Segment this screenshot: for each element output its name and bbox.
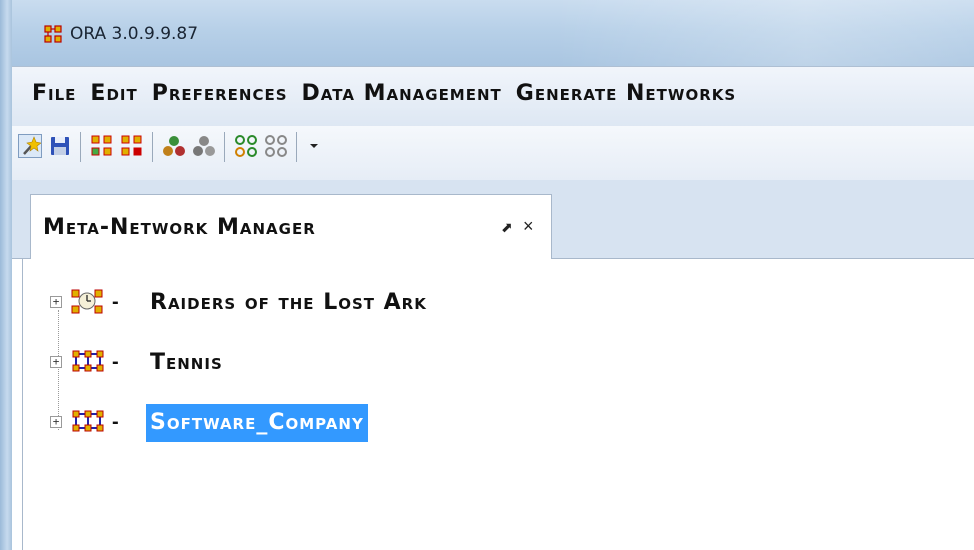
menu-file[interactable]: File (32, 81, 76, 106)
window-frame-left (0, 0, 12, 550)
tree-dash: - (112, 291, 119, 313)
toolbar (12, 126, 974, 180)
wizard-icon[interactable] (18, 134, 42, 158)
agents-icon[interactable] (162, 134, 186, 158)
network-remove-icon[interactable] (120, 134, 144, 158)
tree-item-label-selected[interactable]: Software_Company (146, 404, 368, 442)
tab-label: Meta-Network Manager (43, 215, 316, 240)
meta-network-time-icon (71, 289, 103, 314)
tree-item-label[interactable]: Tennis (146, 344, 227, 382)
toolbar-separator (296, 132, 297, 162)
agents-disabled-icon[interactable] (192, 134, 216, 158)
save-icon[interactable] (48, 134, 72, 158)
menu-generate-networks[interactable]: Generate Networks (516, 81, 736, 106)
nodes-icon[interactable] (234, 134, 258, 158)
toolbar-separator (152, 132, 153, 162)
meta-network-icon (72, 350, 104, 372)
window-title: ORA 3.0.9.9.87 (70, 24, 199, 44)
tree-connector-line (58, 310, 60, 430)
menu-bar: File Edit Preferences Data Management Ge… (12, 66, 974, 127)
expand-icon[interactable]: + (50, 416, 62, 428)
toolbar-separator (224, 132, 225, 162)
toolbar-separator (80, 132, 81, 162)
nodes-disabled-icon[interactable] (264, 134, 288, 158)
menu-edit[interactable]: Edit (90, 81, 137, 106)
tab-meta-network-manager[interactable]: Meta-Network Manager ⬈ × (30, 194, 552, 259)
expand-icon[interactable]: + (50, 356, 62, 368)
close-icon[interactable]: × (523, 216, 534, 237)
expand-icon[interactable]: + (50, 296, 62, 308)
title-bar-sheen (554, 0, 974, 66)
undock-icon[interactable]: ⬈ (501, 219, 513, 236)
ora-app-icon (44, 25, 62, 43)
tree-dash: - (112, 351, 119, 373)
network-add-icon[interactable] (90, 134, 114, 158)
meta-network-icon (72, 410, 104, 432)
dropdown-icon[interactable] (302, 134, 326, 158)
title-bar[interactable]: ORA 3.0.9.9.87 (12, 0, 974, 66)
menu-preferences[interactable]: Preferences (152, 81, 288, 106)
tree-item-label[interactable]: Raiders of the Lost Ark (146, 284, 431, 322)
menu-data-management[interactable]: Data Management (302, 81, 502, 106)
tab-strip: Meta-Network Manager ⬈ × (12, 180, 974, 259)
tree-dash: - (112, 411, 119, 433)
